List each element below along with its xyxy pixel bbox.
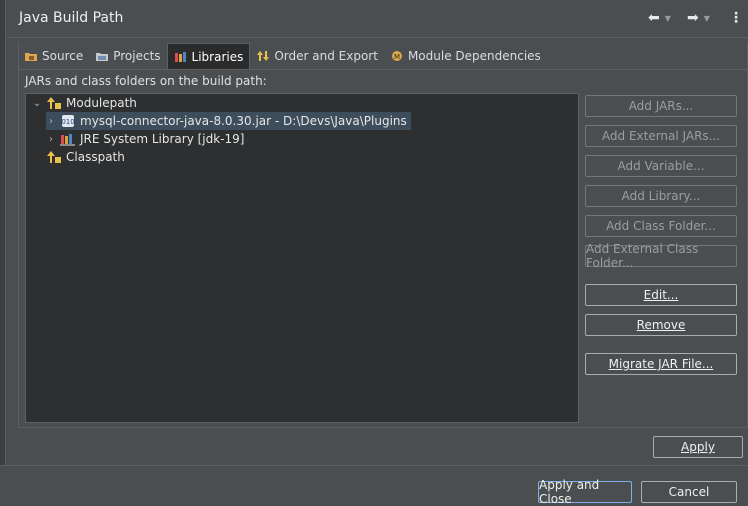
- tab-order-and-export-label: Order and Export: [274, 49, 378, 63]
- chevron-right-icon[interactable]: ›: [46, 116, 56, 127]
- tab-projects-label: Projects: [113, 49, 161, 63]
- svg-text:M: M: [394, 53, 400, 61]
- tree-item-label: Modulepath: [66, 96, 137, 110]
- tab-source-label: Source: [42, 49, 84, 63]
- tree-item-jre-system-library[interactable]: › JRE System Library [jdk-19]: [46, 130, 244, 148]
- forward-arrow-icon[interactable]: ➡: [687, 11, 699, 25]
- tree-item-modulepath[interactable]: ⌄ Modulepath: [32, 94, 137, 112]
- add-class-folder-button[interactable]: Add Class Folder...: [585, 215, 737, 237]
- build-path-tabs: Source Projects Libraries Order and Expo…: [18, 43, 547, 69]
- migrate-jar-button[interactable]: Migrate JAR File...: [585, 353, 737, 375]
- tab-projects[interactable]: Projects: [89, 43, 166, 69]
- cancel-button[interactable]: Cancel: [641, 481, 737, 503]
- title-bar: Java Build Path ⬅ ▼ ➡ ▼ ⋮: [7, 0, 748, 38]
- module-dependencies-icon: M: [390, 50, 404, 62]
- tree-item-classpath[interactable]: Classpath: [46, 148, 125, 166]
- remove-button[interactable]: Remove: [585, 314, 737, 336]
- apply-button[interactable]: Apply: [653, 436, 743, 458]
- tab-libraries-label: Libraries: [191, 49, 244, 64]
- tree-item-label: JRE System Library [jdk-19]: [80, 132, 245, 146]
- library-icon: [60, 132, 76, 146]
- tab-libraries[interactable]: Libraries: [166, 43, 251, 69]
- tab-module-dependencies-label: Module Dependencies: [407, 49, 541, 63]
- add-variable-button[interactable]: Add Variable...: [585, 155, 737, 177]
- forward-dropdown-icon[interactable]: ▼: [704, 14, 710, 23]
- tab-module-dependencies[interactable]: M Module Dependencies: [384, 43, 547, 69]
- bottom-divider: [0, 465, 748, 466]
- java-build-path-dialog: Java Build Path ⬅ ▼ ➡ ▼ ⋮ Source Project…: [0, 0, 748, 506]
- add-external-jars-button[interactable]: Add External JARs...: [585, 125, 737, 147]
- add-jars-button[interactable]: Add JARs...: [585, 95, 737, 117]
- source-folder-icon: [24, 50, 38, 62]
- modulepath-icon: [46, 96, 62, 110]
- page-title: Java Build Path: [19, 10, 124, 26]
- libraries-icon: [174, 51, 188, 63]
- tree-item-label: mysql-connector-java-8.0.30.jar - D:\Dev…: [80, 114, 407, 128]
- chevron-right-icon[interactable]: ›: [46, 134, 56, 145]
- back-dropdown-icon[interactable]: ▼: [665, 14, 671, 23]
- back-arrow-icon[interactable]: ⬅: [648, 11, 660, 25]
- projects-icon: [95, 50, 109, 62]
- add-library-button[interactable]: Add Library...: [585, 185, 737, 207]
- forward-navigation[interactable]: ➡ ▼: [687, 11, 710, 25]
- back-navigation[interactable]: ⬅ ▼: [648, 11, 671, 25]
- chevron-down-icon[interactable]: ⌄: [32, 98, 42, 109]
- left-divider: [0, 0, 6, 466]
- apply-and-close-button[interactable]: Apply and Close: [538, 478, 632, 506]
- tree-item-label: Classpath: [66, 150, 125, 164]
- classpath-icon: [46, 150, 62, 164]
- order-export-icon: [256, 50, 270, 62]
- jar-icon: 010: [60, 114, 76, 128]
- tab-order-and-export[interactable]: Order and Export: [250, 43, 384, 69]
- tab-source[interactable]: Source: [18, 43, 89, 69]
- section-label: JARs and class folders on the build path…: [25, 74, 267, 88]
- add-external-class-folder-button[interactable]: Add External Class Folder...: [585, 242, 737, 270]
- tree-item-mysql-jar[interactable]: › 010 mysql-connector-java-8.0.30.jar - …: [46, 112, 411, 130]
- view-menu-icon[interactable]: ⋮: [729, 10, 743, 26]
- build-path-tree[interactable]: ⌄ Modulepath › 010 mysql-connector-java-…: [25, 93, 579, 423]
- svg-text:010: 010: [61, 118, 74, 126]
- edit-button[interactable]: Edit...: [585, 284, 737, 306]
